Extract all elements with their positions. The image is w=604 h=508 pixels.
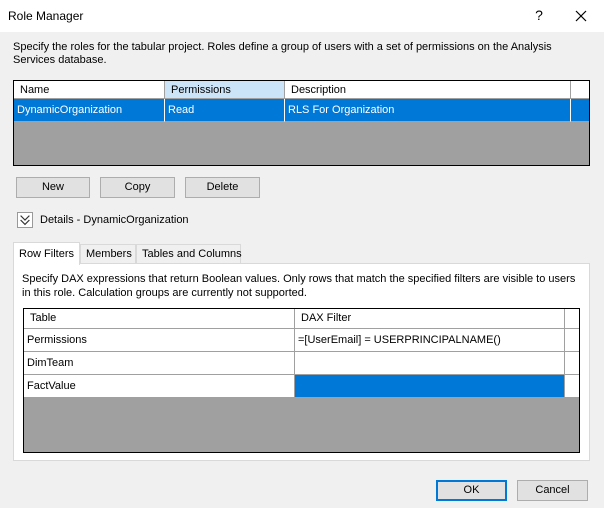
- filter-table-cell[interactable]: Permissions: [24, 329, 295, 352]
- tab-members[interactable]: Members: [80, 244, 136, 264]
- tab-tables-and-columns[interactable]: Tables and Columns: [136, 244, 242, 264]
- filter-row-filler: [565, 352, 579, 375]
- filter-dax-cell-editing[interactable]: [295, 375, 565, 398]
- role-description-cell[interactable]: RLS For Organization: [285, 99, 571, 122]
- filter-dax-cell[interactable]: =[UserEmail] = USERPRINCIPALNAME(): [295, 329, 565, 352]
- tab-row-filters[interactable]: Row Filters: [13, 242, 80, 265]
- roles-grid[interactable]: Name Permissions Description DynamicOrga…: [13, 80, 590, 166]
- help-button[interactable]: ?: [532, 7, 546, 23]
- cancel-button[interactable]: Cancel: [517, 480, 588, 501]
- row-filters-panel: Specify DAX expressions that return Bool…: [13, 263, 590, 461]
- filter-row-filler: [565, 329, 579, 352]
- title-bar: Role Manager ?: [0, 0, 604, 32]
- row-filters-grid[interactable]: Table DAX Filter Permissions =[UserEmail…: [23, 308, 580, 453]
- role-row-filler: [571, 99, 589, 122]
- roles-header-filler: [571, 81, 589, 99]
- new-button[interactable]: New: [16, 177, 90, 198]
- roles-header-name[interactable]: Name: [14, 81, 165, 99]
- role-permissions-cell[interactable]: Read: [165, 99, 285, 122]
- roles-description: Specify the roles for the tabular projec…: [13, 41, 552, 66]
- filters-header-dax[interactable]: DAX Filter: [295, 309, 565, 329]
- filter-dax-cell[interactable]: [295, 352, 565, 375]
- filter-table-cell[interactable]: FactValue: [24, 375, 295, 398]
- row-filters-description: Specify DAX expressions that return Bool…: [22, 273, 576, 299]
- filter-table-cell[interactable]: DimTeam: [24, 352, 295, 375]
- ok-button[interactable]: OK: [436, 480, 507, 501]
- roles-header-permissions[interactable]: Permissions: [165, 81, 285, 99]
- role-name-cell[interactable]: DynamicOrganization: [14, 99, 165, 122]
- filters-header-table[interactable]: Table: [24, 309, 295, 329]
- copy-button[interactable]: Copy: [100, 177, 175, 198]
- filters-header-filler: [565, 309, 579, 329]
- delete-button[interactable]: Delete: [185, 177, 260, 198]
- chevron-double-down-icon[interactable]: [17, 212, 33, 228]
- window-title: Role Manager: [8, 9, 84, 23]
- details-label: Details - DynamicOrganization: [40, 214, 189, 226]
- filter-row-filler: [565, 375, 579, 398]
- close-icon[interactable]: [574, 9, 588, 23]
- roles-header-description[interactable]: Description: [285, 81, 571, 99]
